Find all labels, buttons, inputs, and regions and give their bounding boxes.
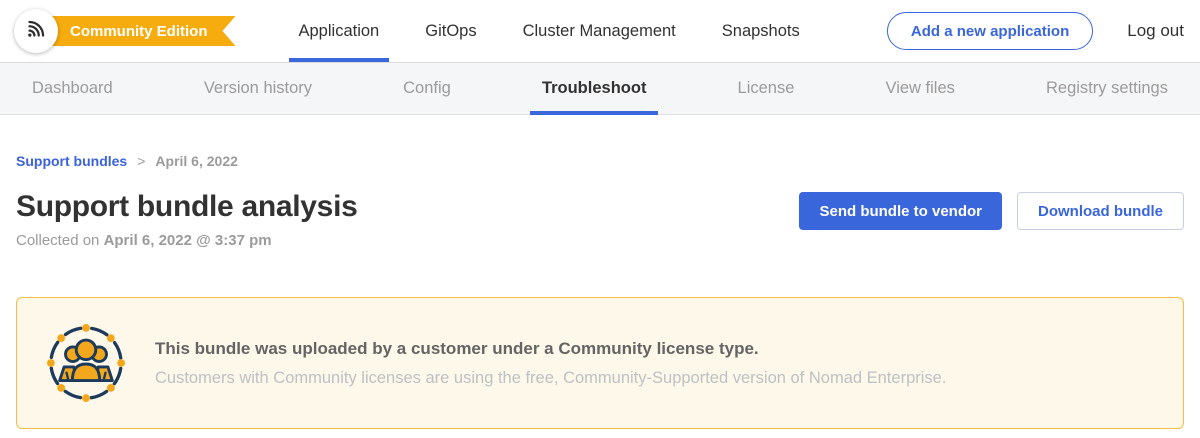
breadcrumb-support-bundles-link[interactable]: Support bundles xyxy=(16,153,127,169)
community-edition-badge-label: Community Edition xyxy=(70,23,208,40)
topnav-item-label: GitOps xyxy=(425,22,476,41)
download-bundle-button[interactable]: Download bundle xyxy=(1017,192,1184,230)
subnav-item-version-history[interactable]: Version history xyxy=(202,63,314,114)
notice-title: This bundle was uploaded by a customer u… xyxy=(155,339,946,359)
topnav-item-cluster-management[interactable]: Cluster Management xyxy=(519,0,680,62)
page-title: Support bundle analysis xyxy=(16,190,357,224)
breadcrumb-separator: > xyxy=(137,153,145,169)
send-bundle-to-vendor-button[interactable]: Send bundle to vendor xyxy=(799,192,1002,230)
logout-link[interactable]: Log out xyxy=(1127,21,1184,41)
app-subnav: Dashboard Version history Config Trouble… xyxy=(0,62,1200,115)
collected-value: April 6, 2022 @ 3:37 pm xyxy=(104,232,272,249)
subnav-item-config[interactable]: Config xyxy=(401,63,453,114)
add-new-application-button[interactable]: Add a new application xyxy=(887,12,1093,50)
topnav-item-application[interactable]: Application xyxy=(295,0,384,62)
app-logo[interactable] xyxy=(14,9,58,53)
subnav-item-license[interactable]: License xyxy=(736,63,797,114)
topnav-item-snapshots[interactable]: Snapshots xyxy=(718,0,804,62)
page-content: Support bundles > April 6, 2022 Support … xyxy=(0,115,1200,429)
breadcrumb-current: April 6, 2022 xyxy=(155,153,238,169)
breadcrumb: Support bundles > April 6, 2022 xyxy=(16,153,1184,169)
topnav-right: Add a new application Log out xyxy=(887,12,1184,50)
top-navbar: Community Edition Application GitOps Clu… xyxy=(0,0,1200,62)
subnav-item-dashboard[interactable]: Dashboard xyxy=(30,63,115,114)
community-license-notice: This bundle was uploaded by a customer u… xyxy=(16,297,1184,429)
subnav-item-label: Troubleshoot xyxy=(542,79,647,98)
subnav-item-label: View files xyxy=(886,79,955,98)
topnav-item-label: Cluster Management xyxy=(523,22,676,41)
subnav-item-view-files[interactable]: View files xyxy=(884,63,957,114)
subnav-item-troubleshoot[interactable]: Troubleshoot xyxy=(540,63,649,114)
topnav-item-label: Snapshots xyxy=(722,22,800,41)
subnav-item-label: License xyxy=(738,79,795,98)
topnav-items: Application GitOps Cluster Management Sn… xyxy=(276,0,823,62)
brand: Community Edition xyxy=(14,9,236,53)
page-header: Support bundle analysis Collected on Apr… xyxy=(16,190,1184,249)
subnav-item-label: Dashboard xyxy=(32,79,113,98)
collected-timestamp: Collected on April 6, 2022 @ 3:37 pm xyxy=(16,232,357,249)
community-edition-badge: Community Edition xyxy=(32,16,236,46)
page-header-text: Support bundle analysis Collected on Apr… xyxy=(16,190,357,249)
notice-subtitle: Customers with Community licenses are us… xyxy=(155,369,946,388)
subnav-item-label: Version history xyxy=(204,79,312,98)
community-license-icon xyxy=(47,324,125,402)
topnav-item-gitops[interactable]: GitOps xyxy=(421,0,480,62)
replicated-logo-icon xyxy=(23,16,49,47)
subnav-item-label: Config xyxy=(403,79,451,98)
subnav-item-registry-settings[interactable]: Registry settings xyxy=(1044,63,1170,114)
header-actions: Send bundle to vendor Download bundle xyxy=(799,192,1184,230)
topnav-item-label: Application xyxy=(299,22,380,41)
collected-prefix: Collected on xyxy=(16,232,104,249)
notice-text: This bundle was uploaded by a customer u… xyxy=(155,339,946,388)
subnav-item-label: Registry settings xyxy=(1046,79,1168,98)
